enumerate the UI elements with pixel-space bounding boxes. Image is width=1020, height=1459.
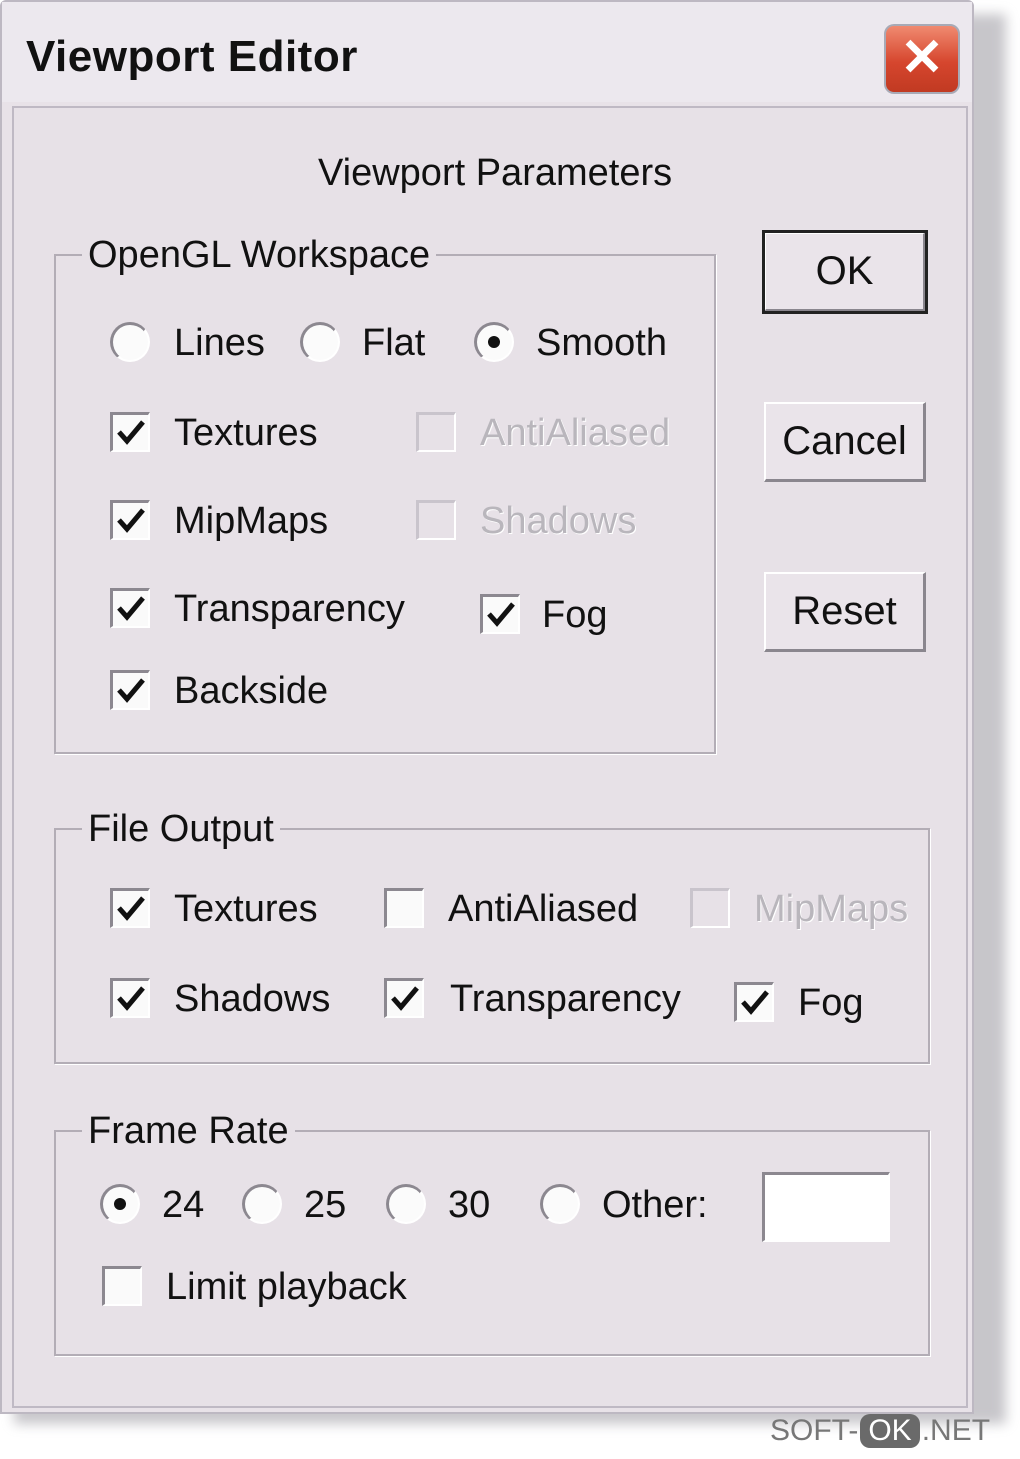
other-rate-input[interactable]: [762, 1172, 890, 1242]
rate-other-radio[interactable]: [540, 1184, 580, 1224]
radio-dot-icon: [488, 336, 500, 348]
file-textures-checkbox[interactable]: [110, 888, 150, 928]
checkmark-icon: [117, 678, 145, 703]
smooth-radio[interactable]: [474, 322, 514, 362]
frame-rate-legend: Frame Rate: [82, 1110, 295, 1153]
opengl-backside-checkbox[interactable]: [110, 670, 150, 710]
file-shadows-checkbox[interactable]: [110, 978, 150, 1018]
rate-30-radio[interactable]: [386, 1184, 426, 1224]
rate-25-radio[interactable]: [242, 1184, 282, 1224]
rate-24-radio[interactable]: [100, 1184, 140, 1224]
opengl-shadows-checkbox: [416, 500, 456, 540]
opengl-fog-label: Fog: [542, 594, 608, 636]
file-transparency-checkbox[interactable]: [384, 978, 424, 1018]
flat-label: Flat: [362, 322, 426, 364]
file-antialiased-label: AntiAliased: [448, 888, 639, 930]
opengl-transparency-checkbox[interactable]: [110, 588, 150, 628]
file-textures-label: Textures: [174, 888, 318, 930]
dialog-window: Viewport Editor ✕ Viewport Parameters OK…: [0, 0, 974, 1414]
parameters-heading: Viewport Parameters: [318, 152, 673, 194]
ok-button[interactable]: OK: [762, 230, 928, 314]
radio-dot-icon: [114, 1198, 126, 1210]
limit-playback-label: Limit playback: [166, 1266, 407, 1308]
opengl-mipmaps-label: MipMaps: [174, 500, 329, 542]
checkmark-icon: [487, 602, 515, 627]
opengl-workspace-legend: OpenGL Workspace: [82, 234, 437, 277]
lines-radio[interactable]: [110, 322, 150, 362]
watermark: SOFT- OK .NET: [770, 1414, 990, 1448]
reset-button[interactable]: Reset: [764, 572, 926, 652]
smooth-label: Smooth: [536, 322, 667, 364]
checkmark-icon: [117, 596, 145, 621]
rate-other-label: Other:: [602, 1184, 708, 1226]
opengl-transparency-label: Transparency: [174, 588, 405, 630]
file-mipmaps-checkbox: [690, 888, 730, 928]
file-mipmaps-label: MipMaps: [754, 888, 909, 930]
rate-24-label: 24: [162, 1184, 205, 1226]
cancel-button[interactable]: Cancel: [764, 402, 926, 482]
opengl-mipmaps-checkbox[interactable]: [110, 500, 150, 540]
lines-label: Lines: [174, 322, 265, 364]
flat-radio[interactable]: [300, 322, 340, 362]
file-fog-checkbox[interactable]: [734, 982, 774, 1022]
file-transparency-label: Transparency: [450, 978, 681, 1020]
frame-rate-group: [54, 1130, 930, 1356]
checkmark-icon: [117, 508, 145, 533]
title-bar[interactable]: Viewport Editor ✕: [2, 2, 972, 102]
watermark-left: SOFT-: [770, 1414, 859, 1447]
file-output-legend: File Output: [82, 808, 280, 851]
file-output-group: [54, 828, 930, 1064]
checkmark-icon: [117, 896, 145, 921]
checkmark-icon: [117, 420, 145, 445]
file-shadows-label: Shadows: [174, 978, 331, 1020]
rate-30-label: 30: [448, 1184, 491, 1226]
checkmark-icon: [741, 990, 769, 1015]
watermark-right: .NET: [921, 1414, 991, 1447]
file-antialiased-checkbox[interactable]: [384, 888, 424, 928]
watermark-mid: OK: [860, 1414, 920, 1448]
opengl-antialiased-label: AntiAliased: [480, 412, 671, 454]
checkmark-icon: [391, 986, 419, 1011]
close-button[interactable]: ✕: [884, 24, 960, 94]
opengl-textures-label: Textures: [174, 412, 318, 454]
checkmark-icon: [117, 986, 145, 1011]
opengl-antialiased-checkbox: [416, 412, 456, 452]
window-title: Viewport Editor: [26, 32, 358, 81]
opengl-shadows-label: Shadows: [480, 500, 637, 542]
opengl-backside-label: Backside: [174, 670, 329, 712]
file-fog-label: Fog: [798, 982, 864, 1024]
rate-25-label: 25: [304, 1184, 347, 1226]
opengl-textures-checkbox[interactable]: [110, 412, 150, 452]
close-icon: ✕: [900, 29, 944, 87]
opengl-fog-checkbox[interactable]: [480, 594, 520, 634]
limit-playback-checkbox[interactable]: [102, 1266, 142, 1306]
